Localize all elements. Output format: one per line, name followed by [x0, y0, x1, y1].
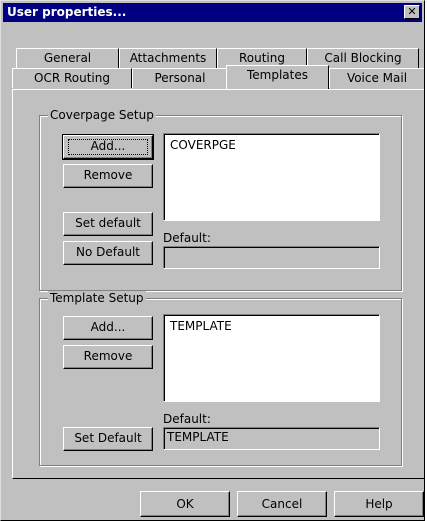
- help-button[interactable]: Help: [334, 491, 424, 517]
- close-icon[interactable]: ✕: [404, 5, 420, 19]
- list-item[interactable]: TEMPLATE: [170, 319, 373, 333]
- focus-rectangle: [68, 139, 148, 155]
- coverpage-remove-button[interactable]: Remove: [63, 164, 153, 188]
- tab-personal[interactable]: Personal: [132, 68, 228, 88]
- cancel-button[interactable]: Cancel: [237, 491, 327, 517]
- coverpage-no-default-button[interactable]: No Default: [63, 241, 153, 265]
- list-item[interactable]: COVERPGE: [170, 138, 373, 152]
- coverpage-add-button[interactable]: Add...: [62, 134, 154, 160]
- tab-ocr-routing[interactable]: OCR Routing: [12, 68, 132, 88]
- coverpage-setup-group: Coverpage Setup Add... Remove Set defaul…: [39, 108, 402, 291]
- title-bar[interactable]: User properties... ✕: [3, 3, 422, 22]
- tab-templates[interactable]: Templates: [226, 65, 329, 89]
- templates-panel: Coverpage Setup Add... Remove Set defaul…: [12, 89, 424, 479]
- tab-attachments[interactable]: Attachments: [119, 48, 217, 68]
- template-list[interactable]: TEMPLATE: [163, 314, 380, 402]
- coverpage-list[interactable]: COVERPGE: [163, 133, 380, 221]
- template-set-default-button[interactable]: Set Default: [63, 427, 153, 451]
- window-title: User properties...: [7, 5, 127, 19]
- template-remove-button[interactable]: Remove: [63, 345, 153, 369]
- template-setup-group: Template Setup Add... Remove Set Default…: [39, 291, 402, 466]
- tab-voice-mail[interactable]: Voice Mail: [329, 68, 424, 88]
- template-add-button[interactable]: Add...: [63, 316, 153, 340]
- user-properties-dialog: User properties... ✕ General Attachments…: [0, 0, 425, 521]
- ok-button[interactable]: OK: [140, 491, 230, 517]
- coverpage-set-default-button[interactable]: Set default: [63, 212, 153, 236]
- template-default-field: TEMPLATE: [163, 427, 380, 450]
- coverpage-default-label: Default:: [163, 231, 211, 245]
- template-default-label: Default:: [163, 412, 211, 426]
- template-setup-label: Template Setup: [48, 291, 146, 305]
- coverpage-setup-label: Coverpage Setup: [48, 108, 156, 122]
- coverpage-default-field: [163, 246, 380, 269]
- tab-general[interactable]: General: [16, 48, 119, 68]
